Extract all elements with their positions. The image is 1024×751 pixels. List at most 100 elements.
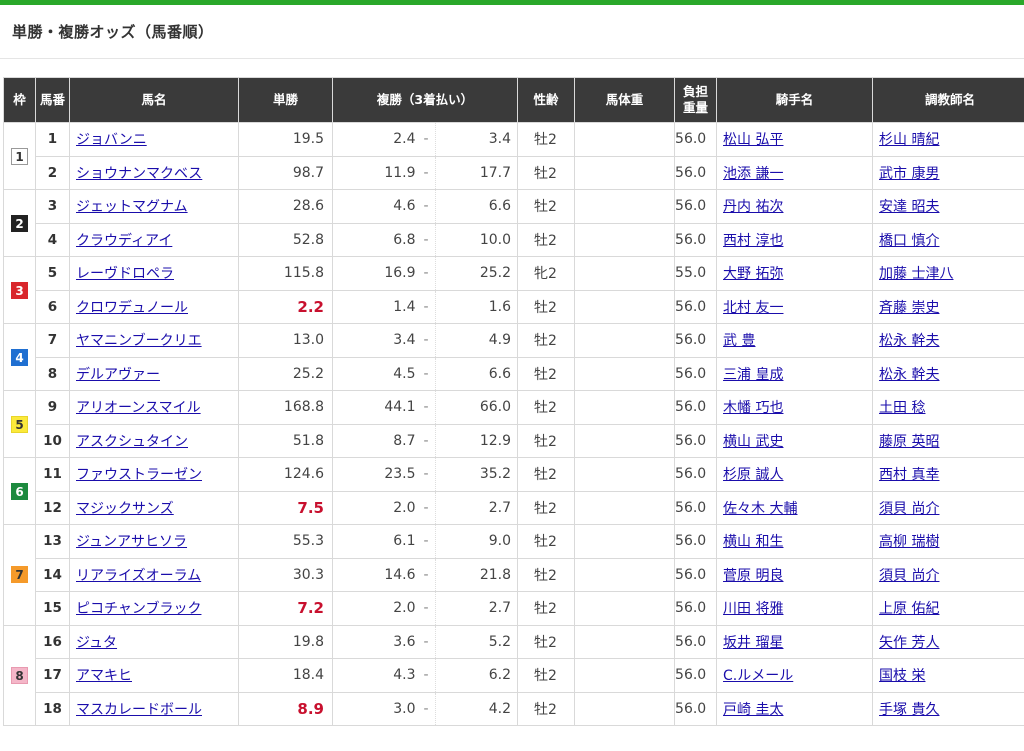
place-odds-low-cell: 3.0 xyxy=(332,691,424,726)
trainer-link[interactable]: 須貝 尚介 xyxy=(879,501,939,517)
trainer-link[interactable]: 手塚 貴久 xyxy=(879,702,939,718)
place-odds-low-cell: 2.4 xyxy=(332,122,424,157)
horse-name-link[interactable]: クロワデュノール xyxy=(76,300,188,316)
horse-name-cell: ピコチャンブラック xyxy=(69,591,239,626)
jockey-cell: 戸崎 圭太 xyxy=(716,691,874,726)
table-row: 10 アスクシュタイン 51.8 8.7-12.9 牡2 56.0 横山 武史 藤原 英昭 xyxy=(4,423,1024,458)
jockey-link[interactable]: 武 豊 xyxy=(723,333,755,349)
waku-cell: 3 xyxy=(3,256,36,324)
trainer-link[interactable]: 上原 佑紀 xyxy=(879,601,939,617)
horse-name-link[interactable]: マジックサンズ xyxy=(76,501,174,517)
trainer-link[interactable]: 杉山 晴紀 xyxy=(879,132,939,148)
trainer-link[interactable]: 高柳 瑞樹 xyxy=(879,534,939,550)
trainer-link[interactable]: 加藤 士津八 xyxy=(879,266,953,282)
horse-name-link[interactable]: ファウストラーゼン xyxy=(76,467,202,483)
place-odds-separator: - xyxy=(423,256,436,291)
horse-name-link[interactable]: アスクシュタイン xyxy=(76,434,188,450)
jockey-cell: 武 豊 xyxy=(716,323,874,358)
carried-weight-cell: 56.0 xyxy=(674,524,718,559)
trainer-link[interactable]: 国枝 栄 xyxy=(879,668,925,684)
place-odds-separator: - xyxy=(423,289,436,324)
place-odds-separator: - xyxy=(423,624,436,659)
page-title: 単勝・複勝オッズ（馬番順） xyxy=(12,23,214,41)
horse-name-link[interactable]: ジュタ xyxy=(76,635,117,651)
jockey-cell: 横山 武史 xyxy=(716,423,874,458)
horse-name-link[interactable]: ショウナンマクベス xyxy=(76,166,202,182)
jockey-link[interactable]: 戸崎 圭太 xyxy=(723,702,783,718)
sex-age-cell: 牡2 xyxy=(517,323,576,358)
waku-cell: 2 xyxy=(3,189,36,257)
trainer-cell: 高柳 瑞樹 xyxy=(872,524,1024,559)
jockey-link[interactable]: 菅原 明良 xyxy=(723,568,783,584)
trainer-link[interactable]: 矢作 芳人 xyxy=(879,635,939,651)
jockey-link[interactable]: 松山 弘平 xyxy=(723,132,783,148)
horse-name-link[interactable]: クラウディアイ xyxy=(76,233,172,249)
umaban-cell: 5 xyxy=(35,256,70,291)
carried-weight-cell: 56.0 xyxy=(674,624,718,659)
horse-name-link[interactable]: アリオーンスマイル xyxy=(76,400,201,416)
horse-name-link[interactable]: アマキヒ xyxy=(76,668,132,684)
place-odds-separator: - xyxy=(423,222,436,257)
umaban-cell: 16 xyxy=(35,624,70,659)
jockey-link[interactable]: 北村 友一 xyxy=(723,300,783,316)
horse-name-link[interactable]: ジェットマグナム xyxy=(76,199,188,215)
trainer-link[interactable]: 土田 稔 xyxy=(879,400,925,416)
jockey-link[interactable]: 池添 謙一 xyxy=(723,166,783,182)
trainer-link[interactable]: 松永 幹夫 xyxy=(879,367,939,383)
horse-name-link[interactable]: マスカレードボール xyxy=(76,702,202,718)
carried-weight-cell: 56.0 xyxy=(674,658,718,693)
horse-name-link[interactable]: リアライズオーラム xyxy=(76,568,201,584)
horse-name-link[interactable]: ジョバンニ xyxy=(76,132,147,148)
carried-weight-cell: 56.0 xyxy=(674,457,718,492)
umaban-cell: 7 xyxy=(35,323,70,358)
win-odds-cell: 7.2 xyxy=(238,591,333,626)
trainer-link[interactable]: 橋口 慎介 xyxy=(879,233,939,249)
horse-name-link[interactable]: ジュンアサヒソラ xyxy=(76,534,187,550)
table-row: 6 11 ファウストラーゼン 124.6 23.5-35.2 牡2 56.0 杉原 誠人 西村 … xyxy=(3,457,1024,525)
jockey-link[interactable]: 丹内 祐次 xyxy=(723,199,783,215)
trainer-link[interactable]: 須貝 尚介 xyxy=(879,568,939,584)
jockey-link[interactable]: 川田 将雅 xyxy=(723,601,783,617)
jockey-link[interactable]: 杉原 誠人 xyxy=(723,467,783,483)
place-odds-high-cell: 1.6 xyxy=(434,289,519,324)
jockey-link[interactable]: 佐々木 大輔 xyxy=(723,501,797,517)
waku-cell: 6 xyxy=(3,457,36,525)
jockey-link[interactable]: 木幡 巧也 xyxy=(723,400,783,416)
jockey-cell: 大野 拓弥 xyxy=(716,256,874,291)
place-odds-low-cell: 2.0 xyxy=(332,490,424,525)
jockey-link[interactable]: 大野 拓弥 xyxy=(723,266,783,282)
horse-name-link[interactable]: デルアヴァー xyxy=(76,367,160,383)
jockey-link[interactable]: 坂井 瑠星 xyxy=(723,635,783,651)
win-odds-cell: 55.3 xyxy=(238,524,333,559)
table-row: 2 ショウナンマクベス 98.7 11.9-17.7 牡2 56.0 池添 謙一 武市 康男 xyxy=(4,155,1024,190)
jockey-link[interactable]: C.ルメール xyxy=(723,668,793,684)
jockey-link[interactable]: 横山 和生 xyxy=(723,534,783,550)
horse-name-link[interactable]: レーヴドロペラ xyxy=(76,266,174,282)
body-weight-cell xyxy=(574,624,676,659)
jockey-link[interactable]: 三浦 皇成 xyxy=(723,367,783,383)
trainer-cell: 松永 幹夫 xyxy=(872,356,1024,391)
horse-name-link[interactable]: ヤマニンブークリエ xyxy=(76,333,202,349)
trainer-cell: 安達 昭夫 xyxy=(872,189,1024,224)
trainer-link[interactable]: 西村 真幸 xyxy=(879,467,939,483)
sex-age-cell: 牡2 xyxy=(517,189,576,224)
waku-badge: 6 xyxy=(11,482,28,500)
waku-badge: 1 xyxy=(11,147,28,165)
sex-age-cell: 牡2 xyxy=(517,222,576,257)
place-odds-high-cell: 35.2 xyxy=(434,457,519,492)
carried-weight-cell: 56.0 xyxy=(674,222,718,257)
trainer-link[interactable]: 武市 康男 xyxy=(879,166,939,182)
trainer-link[interactable]: 松永 幹夫 xyxy=(879,333,939,349)
waku-badge: 4 xyxy=(11,348,28,366)
place-odds-high-cell: 2.7 xyxy=(434,591,519,626)
horse-name-link[interactable]: ピコチャンブラック xyxy=(76,601,201,617)
trainer-link[interactable]: 安達 昭夫 xyxy=(879,199,939,215)
carried-weight-cell: 56.0 xyxy=(674,189,718,224)
trainer-cell: 国枝 栄 xyxy=(872,658,1024,693)
top-accent-bar xyxy=(0,0,1024,5)
place-odds-high-cell: 3.4 xyxy=(434,122,519,157)
trainer-link[interactable]: 藤原 英昭 xyxy=(879,434,939,450)
jockey-link[interactable]: 横山 武史 xyxy=(723,434,783,450)
jockey-link[interactable]: 西村 淳也 xyxy=(723,233,783,249)
trainer-link[interactable]: 斉藤 崇史 xyxy=(879,300,939,316)
